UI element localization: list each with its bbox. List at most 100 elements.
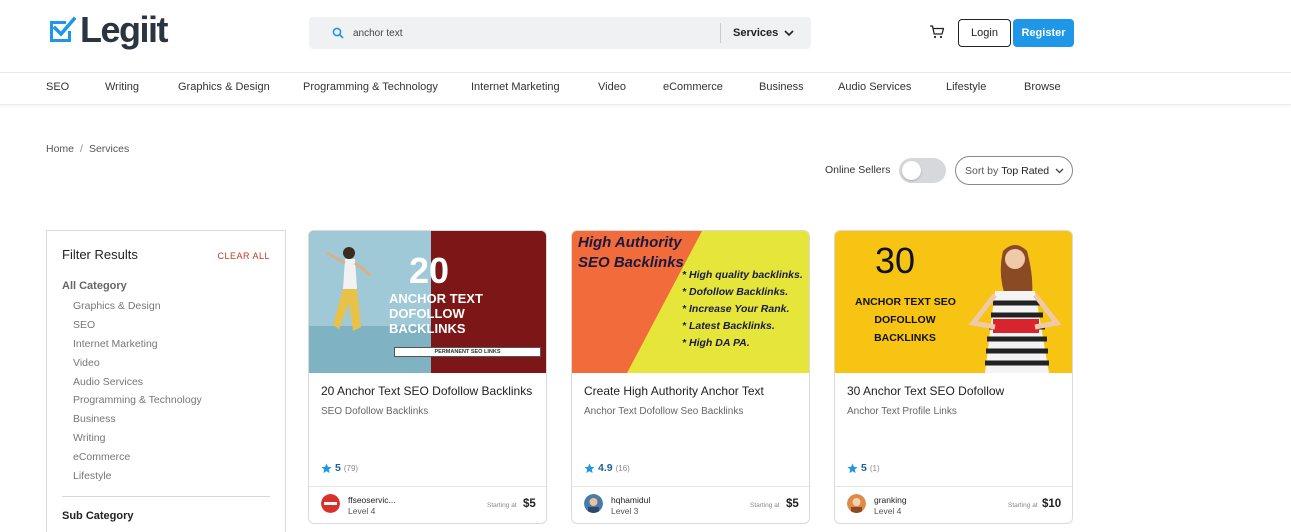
- sort-prefix: Sort by: [965, 164, 999, 177]
- category-item[interactable]: Video: [73, 356, 202, 375]
- thumbnail-line: * High quality backlinks.: [682, 269, 803, 281]
- service-title[interactable]: 20 Anchor Text SEO Dofollow Backlinks: [321, 384, 532, 398]
- filter-panel: Filter Results CLEAR ALL All Category Gr…: [46, 230, 286, 532]
- breadcrumb-current: Services: [88, 143, 130, 155]
- service-price: $5: [523, 498, 536, 510]
- category-item[interactable]: eCommerce: [73, 450, 202, 469]
- service-subtitle: Anchor Text Dofollow Seo Backlinks: [584, 406, 744, 417]
- breadcrumb-home[interactable]: Home: [46, 143, 74, 155]
- seller-name[interactable]: granking: [874, 495, 907, 505]
- nav-item-ecommerce[interactable]: eCommerce: [663, 81, 723, 93]
- starting-at-label: Starting at: [487, 502, 517, 509]
- service-thumbnail[interactable]: 30 ANCHOR TEXT SEO DOFOLLOW BACKLINKS: [835, 231, 1072, 373]
- avatar[interactable]: [584, 494, 603, 513]
- online-sellers-toggle[interactable]: [899, 158, 946, 183]
- category-item[interactable]: SEO: [73, 318, 202, 337]
- category-item[interactable]: Audio Services: [73, 375, 202, 394]
- sort-value: Top Rated: [1001, 164, 1050, 177]
- service-card[interactable]: 20 ANCHOR TEXT DOFOLLOW BACKLINKS PERMAN…: [308, 230, 547, 524]
- toggle-knob: [902, 161, 921, 180]
- nav-item-audio-services[interactable]: Audio Services: [838, 81, 911, 93]
- thumbnail-text: ANCHOR TEXT DOFOLLOW BACKLINKS: [389, 291, 483, 336]
- thumbnail-line: DOFOLLOW: [874, 314, 936, 326]
- thumbnail-bullets: * High quality backlinks. * Dofollow Bac…: [682, 267, 803, 352]
- service-thumbnail[interactable]: High Authority SEO Backlinks * High qual…: [572, 231, 809, 373]
- nav-item-graphics-design[interactable]: Graphics & Design: [178, 81, 270, 93]
- nav-item-programming-technology[interactable]: Programming & Technology: [303, 81, 438, 93]
- category-item[interactable]: Internet Marketing: [73, 337, 202, 356]
- thumbnail-heading: High Authority SEO Backlinks: [578, 233, 684, 273]
- review-count: (79): [343, 463, 359, 473]
- nav-item-business[interactable]: Business: [759, 81, 804, 93]
- search-icon[interactable]: [331, 26, 345, 40]
- seller-name[interactable]: hqhamidul: [611, 495, 650, 505]
- nav-item-video[interactable]: Video: [598, 81, 626, 93]
- category-item[interactable]: Business: [73, 412, 202, 431]
- service-rating: 4.9 (16): [584, 462, 630, 474]
- service-card[interactable]: 30 ANCHOR TEXT SEO DOFOLLOW BACKLINKS 30…: [834, 230, 1073, 524]
- thumbnail-line: High Authority: [578, 234, 682, 251]
- card-footer: hqhamidul Level 3 Starting at $5: [572, 486, 809, 523]
- thumbnail-line: * Latest Backlinks.: [682, 320, 775, 332]
- login-button[interactable]: Login: [958, 19, 1011, 47]
- category-nav: SEO Writing Graphics & Design Programmin…: [0, 74, 1291, 105]
- register-button[interactable]: Register: [1013, 19, 1074, 47]
- search-bar: Services: [309, 17, 811, 49]
- thumbnail-line: * Increase Your Rank.: [682, 303, 790, 315]
- starting-at-label: Starting at: [1008, 502, 1038, 509]
- service-price: $10: [1042, 498, 1062, 510]
- clear-all-link[interactable]: CLEAR ALL: [217, 251, 270, 261]
- service-thumbnail[interactable]: 20 ANCHOR TEXT DOFOLLOW BACKLINKS PERMAN…: [309, 231, 546, 373]
- search-scope-label: Services: [733, 27, 779, 39]
- seller-level: Level 3: [611, 506, 639, 516]
- nav-item-browse[interactable]: Browse: [1024, 81, 1061, 93]
- sub-category-heading[interactable]: Sub Category: [62, 510, 134, 522]
- thumbnail-line: SEO Backlinks: [578, 254, 684, 271]
- filter-title: Filter Results: [62, 247, 138, 262]
- rating-value: 4.9: [598, 462, 613, 474]
- card-footer: granking Level 4 Starting at $10: [835, 486, 1072, 523]
- sort-dropdown[interactable]: Sort by Top Rated: [955, 156, 1073, 185]
- star-icon: [321, 462, 332, 473]
- service-subtitle: SEO Dofollow Backlinks: [321, 406, 429, 417]
- nav-item-internet-marketing[interactable]: Internet Marketing: [471, 81, 560, 93]
- service-title[interactable]: 30 Anchor Text SEO Dofollow: [847, 384, 1004, 398]
- service-rating: 5 (1): [847, 462, 880, 474]
- avatar[interactable]: [321, 494, 340, 513]
- category-item[interactable]: Lifestyle: [73, 469, 202, 488]
- logo-text: Legiit: [80, 9, 169, 50]
- category-item[interactable]: Graphics & Design: [73, 299, 202, 318]
- search-divider: [720, 23, 721, 43]
- service-card[interactable]: High Authority SEO Backlinks * High qual…: [571, 230, 810, 524]
- all-category-heading[interactable]: All Category: [62, 280, 127, 292]
- thumbnail-line: ANCHOR TEXT: [389, 291, 483, 306]
- chevron-down-icon: [784, 29, 794, 36]
- thumbnail-line: BACKLINKS: [389, 321, 466, 336]
- card-footer: ffseoservic... Level 4 Starting at $5: [309, 486, 546, 523]
- category-item[interactable]: Writing: [73, 431, 202, 450]
- category-list: Graphics & Design SEO Internet Marketing…: [73, 299, 202, 488]
- legiit-logo[interactable]: Legiit: [46, 9, 169, 50]
- nav-item-lifestyle[interactable]: Lifestyle: [946, 81, 986, 93]
- search-scope-dropdown[interactable]: Services: [733, 17, 794, 49]
- category-item[interactable]: Programming & Technology: [73, 393, 202, 412]
- review-count: (16): [615, 463, 630, 473]
- filter-divider: [62, 496, 270, 497]
- breadcrumb: Home / Services: [46, 143, 129, 155]
- thumbnail-line: DOFOLLOW: [389, 306, 465, 321]
- search-input[interactable]: [353, 17, 713, 49]
- service-title[interactable]: Create High Authority Anchor Text: [584, 384, 764, 398]
- thumbnail-number: 20: [409, 250, 450, 291]
- thumbnail-text: ANCHOR TEXT SEO DOFOLLOW BACKLINKS: [855, 293, 956, 347]
- thumbnail-line: * High DA PA.: [682, 337, 750, 349]
- thumbnail-banner: PERMANENT SEO LINKS: [394, 347, 541, 357]
- star-icon: [584, 462, 595, 473]
- nav-item-writing[interactable]: Writing: [105, 81, 139, 93]
- cart-icon[interactable]: [929, 24, 945, 40]
- rating-value: 5: [335, 462, 341, 474]
- service-price: $5: [786, 498, 799, 510]
- nav-item-seo[interactable]: SEO: [46, 81, 69, 93]
- online-sellers-label: Online Sellers: [825, 164, 891, 176]
- seller-name[interactable]: ffseoservic...: [348, 495, 396, 505]
- avatar[interactable]: [847, 494, 866, 513]
